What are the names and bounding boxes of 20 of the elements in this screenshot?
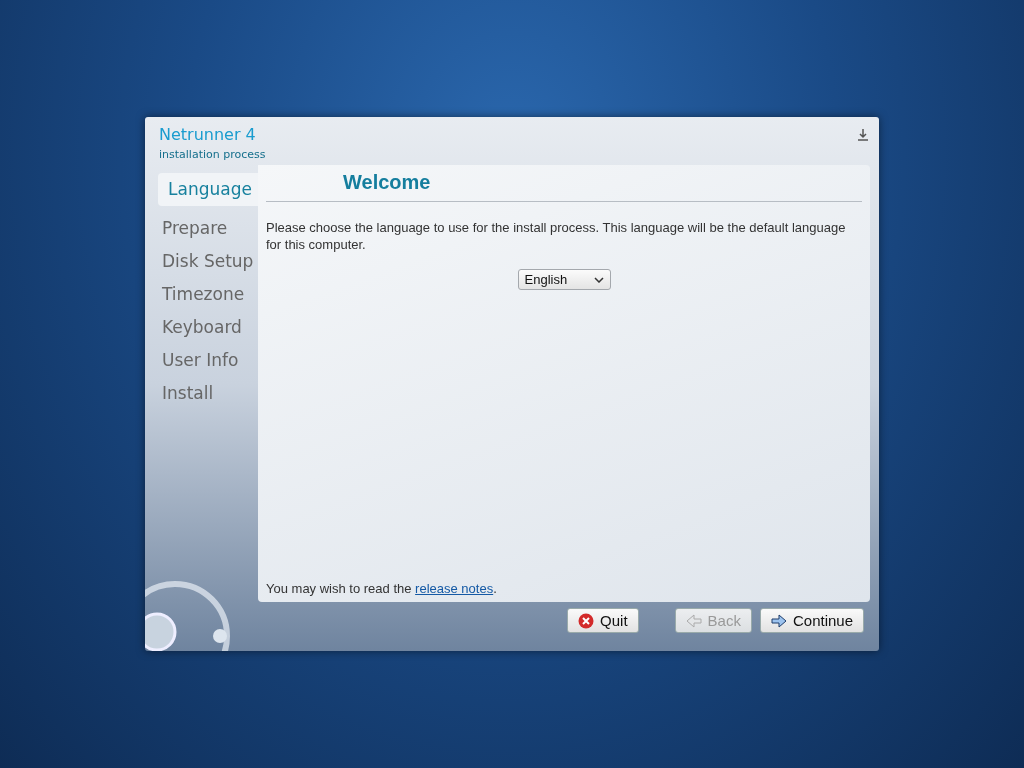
step-item[interactable]: Install: [145, 377, 258, 410]
cancel-icon: [578, 612, 595, 629]
release-notes-text: You may wish to read the release notes.: [266, 581, 498, 596]
step-item[interactable]: Keyboard: [145, 311, 258, 344]
app-title: Netrunner 4: [159, 125, 257, 144]
step-item[interactable]: Prepare: [145, 212, 258, 245]
step-item[interactable]: Disk Setup: [145, 245, 258, 278]
quit-button[interactable]: Quit: [567, 608, 639, 633]
arrow-left-icon: [685, 612, 702, 629]
continue-button[interactable]: Continue: [759, 608, 864, 633]
arrow-right-icon: [770, 612, 787, 629]
language-dropdown[interactable]: English: [517, 269, 611, 290]
step-item[interactable]: Language: [158, 173, 258, 206]
page-title: Welcome: [266, 165, 862, 202]
download-icon[interactable]: [857, 129, 869, 141]
description-text: Please choose the language to use for the install process. This language will be the default language for this computer.: [266, 219, 847, 253]
step-item[interactable]: Timezone: [145, 278, 258, 311]
chevron-down-icon: [593, 276, 604, 283]
step-item[interactable]: User Info: [145, 344, 258, 377]
app-subtitle: installation process: [159, 148, 266, 161]
